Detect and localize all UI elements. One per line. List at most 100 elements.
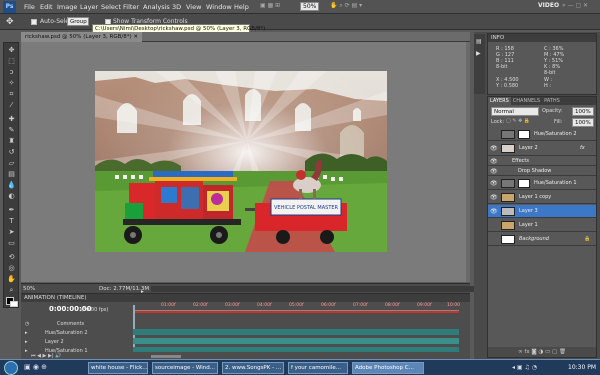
zoom-slider[interactable] [151,355,181,358]
work-area-bar[interactable] [133,311,459,313]
comments-expand-icon[interactable]: ◷ [25,321,29,327]
layer-row[interactable]: 👁 Layer 2 fx [488,142,596,156]
tab-paths[interactable]: PATHS [542,97,562,105]
taskbar-item[interactable]: f your camomile... [288,362,348,374]
auto-select-dropdown[interactable]: Group [67,17,89,26]
layer-row-selected[interactable]: 👁 Layer 3 [488,205,596,218]
menu-image[interactable]: Image [57,3,77,11]
folder-icon[interactable]: ▭ [545,349,550,355]
workspace-switcher[interactable]: VIDEO [538,2,559,9]
clone-stamp-icon[interactable]: ♜ [7,137,16,145]
dodge-icon[interactable]: ◐ [7,192,16,200]
layer-row[interactable]: Background 🔒 [488,233,596,246]
visibility-icon[interactable]: 👁 [490,205,498,218]
close-tab-icon[interactable]: ✕ [133,34,138,40]
document-tab[interactable]: rickshaw.psd @ 50% (Layer 3, RGB/8*) ✕ [21,32,142,42]
document-image[interactable]: VEHICLE POSTAL MASTER [95,71,387,252]
visibility-icon[interactable]: 👁 [490,157,498,166]
type-icon[interactable]: T [7,217,16,225]
tab-layers[interactable]: LAYERS [488,97,511,105]
mask-icon[interactable]: ◙ [531,349,536,355]
history-icon[interactable]: ▤ [476,38,482,45]
fill-field[interactable]: 100% [572,118,594,127]
brush-icon[interactable]: ✎ [7,126,16,134]
eraser-icon[interactable]: ▱ [7,159,16,167]
lock-icons[interactable]: ▢ ✎ ✥ 🔒 [506,118,530,124]
shape-icon[interactable]: ▭ [7,239,16,247]
hand-tool-icon[interactable]: ✋ [7,275,16,283]
expand-track-icon[interactable]: ▸ [25,330,28,336]
menu-window[interactable]: Window [206,3,232,11]
horizontal-scrollbar[interactable] [151,286,481,292]
track-bar[interactable] [133,329,459,335]
collapsed-panel-icons[interactable]: ▤ ▶ [474,34,485,94]
effect-row[interactable]: 👁 Drop Shadow [488,167,596,176]
trash-icon[interactable]: 🗑 [559,349,566,355]
window-controls-icon[interactable]: » — ▢ ✕ [562,2,588,9]
taskbar-item[interactable]: white house - Flick... [88,362,148,374]
lasso-icon[interactable]: ↄ [7,68,16,76]
quick-launch-icons[interactable]: ▣ ◉ ⊕ [24,363,47,371]
timeline-ruler[interactable]: 01:00f 02:00f 03:00f 04:00f 05:00f 06:00… [133,303,460,311]
fx-icon[interactable]: fx [524,349,529,355]
system-tray-icons[interactable]: ◂ ▣ ♫ ◔ [512,364,537,371]
adjustment-icon[interactable]: ◑ [538,349,543,355]
clock[interactable]: 10:30 PM [568,364,596,371]
menu-help[interactable]: Help [234,3,249,11]
path-selection-icon[interactable]: ➤ [7,228,16,236]
new-layer-icon[interactable]: ▢ [552,349,557,355]
layer-row[interactable]: Hue/Saturation 2 [488,128,596,141]
menu-analysis[interactable]: Analysis [143,3,170,11]
move-tool-icon[interactable]: ✥ [6,17,14,27]
menu-view[interactable]: View [186,3,201,11]
taskbar-item[interactable]: 2. www.SongsPK - ... [222,362,284,374]
marquee-icon[interactable]: ⬚ [7,57,16,65]
fx-badge[interactable]: fx [580,142,585,155]
gradient-icon[interactable]: ▤ [7,170,16,178]
visibility-icon[interactable]: 👁 [490,167,498,176]
zoom-tool-icon[interactable]: ⌕ [7,286,16,294]
bridge-icon[interactable]: ▣ ▦ ⊞ [260,2,280,9]
eyedropper-icon[interactable]: ⁄ [7,101,16,109]
track-bar[interactable] [133,347,459,352]
vertical-scrollbar[interactable] [466,42,470,282]
hand-icon[interactable]: ✋ ⌕ ⟳ ▤ ▾ [330,2,362,10]
magic-wand-icon[interactable]: ✧ [7,79,16,87]
effects-row[interactable]: 👁 Effects [488,157,596,166]
tab-channels[interactable]: CHANNELS [511,97,542,105]
expand-track-icon[interactable]: ▸ [25,339,28,345]
menu-3d[interactable]: 3D [172,3,181,11]
visibility-icon[interactable]: 👁 [490,142,498,155]
taskbar-item-active[interactable]: Adobe Photoshop C... [352,362,424,374]
menu-filter[interactable]: Filter [123,3,139,11]
history-brush-icon[interactable]: ↺ [7,148,16,156]
3d-camera-icon[interactable]: ◎ [7,264,16,272]
menu-select[interactable]: Select [101,3,121,11]
pen-icon[interactable]: ✒ [7,206,16,214]
layer-row[interactable]: Layer 1 [488,219,596,232]
taskbar-item[interactable]: sourceimage - Wind... [152,362,218,374]
move-icon[interactable]: ✥ [7,46,16,54]
opacity-field[interactable]: 100% [572,107,594,116]
blend-mode-dropdown[interactable]: Normal [491,107,539,116]
start-button[interactable] [4,361,18,375]
layers-panel-tabs: LAYERS CHANNELS PATHS [488,97,596,105]
menu-edit[interactable]: Edit [40,3,53,11]
menu-file[interactable]: File [24,3,35,11]
actions-icon[interactable]: ▶ [476,50,481,57]
layer-row[interactable]: 👁 Layer 1 copy [488,191,596,204]
healing-brush-icon[interactable]: ✚ [7,115,16,123]
background-color-swatch[interactable] [10,301,18,307]
track-bar[interactable] [133,338,459,344]
link-icon[interactable]: ∞ [518,349,523,355]
visibility-icon[interactable]: 👁 [490,177,498,190]
zoom-combo[interactable]: 50% [300,2,320,11]
visibility-icon[interactable]: 👁 [490,191,498,204]
menu-layer[interactable]: Layer [80,3,98,11]
blur-icon[interactable]: 💧 [7,181,16,189]
auto-select-checkbox[interactable] [31,19,37,25]
3d-rotate-icon[interactable]: ⟲ [7,253,16,261]
layer-row[interactable]: 👁 Hue/Saturation 1 [488,177,596,190]
expand-track-icon[interactable]: ▸ [25,348,28,354]
crop-icon[interactable]: ⌗ [7,90,16,98]
